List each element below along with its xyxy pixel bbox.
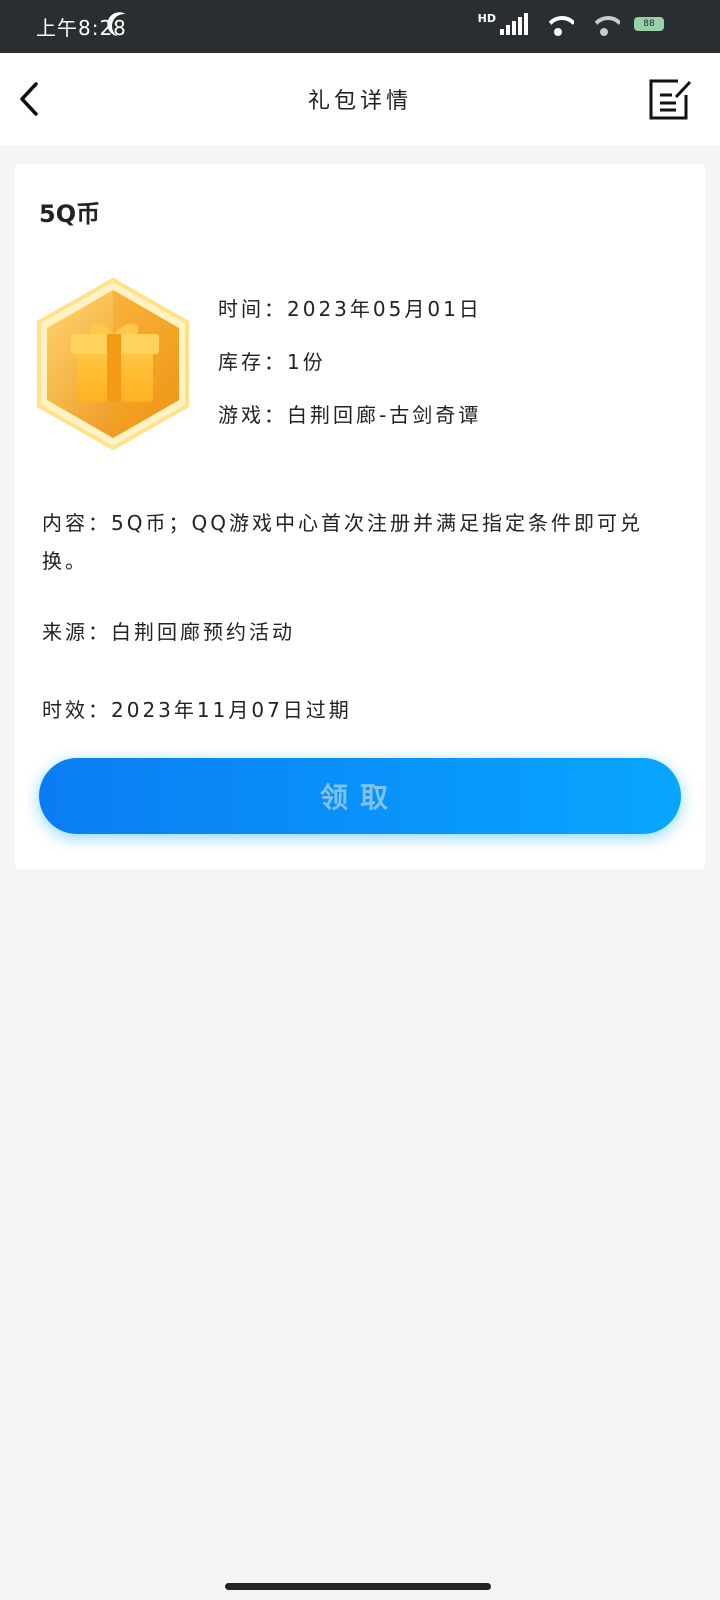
gift-detail-card: 5Q币 时间：2023年05月01日 库存：1份 游戏：白荆回廊-古剑奇谭 内容… bbox=[15, 164, 705, 869]
game-label: 游戏： bbox=[218, 403, 287, 427]
status-icons: HD 88 bbox=[478, 12, 664, 36]
expire-row: 时效：2023年11月07日过期 bbox=[42, 694, 352, 723]
network-type: HD bbox=[477, 11, 496, 25]
gift-badge-icon bbox=[37, 277, 189, 451]
source-row: 来源：白荆回廊预约活动 bbox=[42, 616, 295, 645]
game-row: 游戏：白荆回廊-古剑奇谭 bbox=[218, 400, 482, 453]
wifi-icon bbox=[542, 12, 574, 36]
expire-label: 时效： bbox=[42, 698, 111, 722]
home-indicator[interactable] bbox=[225, 1583, 491, 1590]
gift-info: 时间：2023年05月01日 库存：1份 游戏：白荆回廊-古剑奇谭 bbox=[218, 294, 482, 453]
gift-name: 5Q币 bbox=[39, 200, 101, 228]
gift-content: 内容：5Q币；QQ游戏中心首次注册并满足指定条件即可兑换。 bbox=[42, 511, 643, 573]
time-row: 时间：2023年05月01日 bbox=[218, 294, 482, 347]
stock-label: 库存： bbox=[218, 350, 287, 374]
claim-button[interactable]: 领取 bbox=[39, 758, 681, 834]
edit-icon[interactable] bbox=[648, 77, 692, 121]
page-title: 礼包详情 bbox=[307, 89, 412, 114]
stock-row: 库存：1份 bbox=[218, 347, 482, 400]
stock-value: 1份 bbox=[287, 350, 326, 374]
source-label: 来源： bbox=[42, 620, 111, 644]
wifi-secondary-icon bbox=[588, 12, 620, 36]
game-value: 白荆回廊-古剑奇谭 bbox=[287, 403, 482, 427]
app-bar: 礼包详情 bbox=[0, 53, 720, 145]
expire-value: 2023年11月07日过期 bbox=[111, 698, 352, 722]
battery-icon: 88 bbox=[634, 17, 664, 31]
source-value: 白荆回廊预约活动 bbox=[111, 620, 295, 644]
time-label: 时间： bbox=[218, 297, 287, 321]
signal-icon bbox=[500, 13, 528, 35]
time-value: 2023年05月01日 bbox=[287, 297, 482, 321]
status-bar: 上午8:28 HD 88 bbox=[0, 0, 720, 53]
